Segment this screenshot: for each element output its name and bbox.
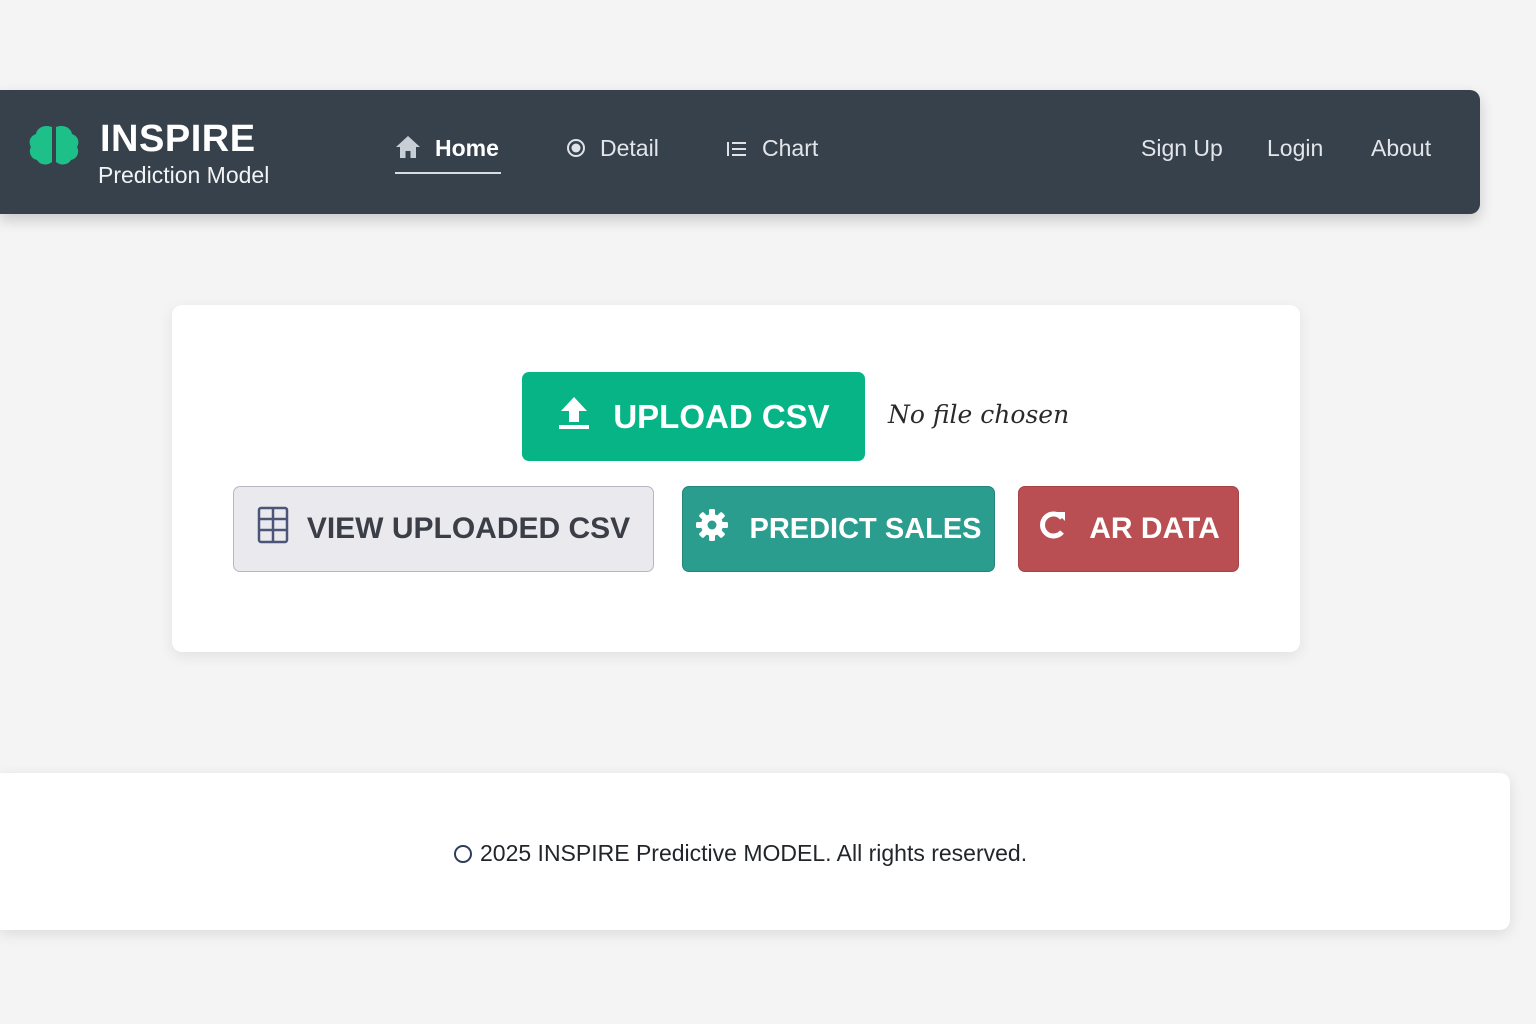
- clear-data-button[interactable]: AR DATA: [1018, 486, 1239, 572]
- clear-data-label: AR DATA: [1089, 512, 1220, 545]
- nav-chart[interactable]: Chart: [726, 134, 818, 164]
- view-uploaded-csv-button[interactable]: VIEW UPLOADED CSV: [233, 486, 654, 572]
- upload-csv-button[interactable]: UPLOAD CSV: [522, 372, 865, 461]
- navbar: INSPIRE Prediction Model Home Detail Cha…: [0, 90, 1480, 214]
- view-uploaded-csv-label: VIEW UPLOADED CSV: [306, 512, 631, 545]
- nav-chart-label: Chart: [762, 135, 819, 161]
- predict-sales-label: PREDICT SALES: [749, 512, 982, 545]
- active-underline: [395, 172, 501, 174]
- upload-icon: [557, 395, 591, 439]
- brand-title[interactable]: INSPIRE: [100, 118, 256, 161]
- copyright-icon: [454, 844, 472, 863]
- gear-icon: [695, 508, 729, 550]
- nav-home[interactable]: Home: [395, 134, 501, 174]
- footer: 2025 INSPIRE Predictive MODEL. All right…: [0, 773, 1510, 930]
- nav-sign-up[interactable]: Sign Up: [1141, 134, 1223, 162]
- footer-copyright: 2025 INSPIRE Predictive MODEL. All right…: [454, 840, 1027, 867]
- predict-sales-button[interactable]: PREDICT SALES: [682, 486, 995, 572]
- table-icon: [257, 506, 289, 552]
- home-icon: [395, 135, 421, 165]
- nav-login[interactable]: Login: [1267, 134, 1323, 162]
- refresh-icon: [1037, 509, 1067, 549]
- nav-detail[interactable]: Detail: [566, 134, 659, 164]
- list-icon: [726, 136, 748, 164]
- brand-subtitle: Prediction Model: [98, 162, 270, 188]
- radio-icon: [566, 136, 586, 164]
- brain-icon: [28, 124, 80, 166]
- file-status: No file chosen: [888, 400, 1070, 429]
- nav-about[interactable]: About: [1371, 134, 1431, 162]
- nav-home-label: Home: [435, 135, 499, 161]
- nav-detail-label: Detail: [600, 135, 659, 161]
- upload-csv-label: UPLOAD CSV: [613, 397, 830, 435]
- footer-text: 2025 INSPIRE Predictive MODEL. All right…: [480, 840, 1028, 866]
- upload-card: UPLOAD CSV No file chosen VIEW UPLOADED …: [172, 305, 1300, 652]
